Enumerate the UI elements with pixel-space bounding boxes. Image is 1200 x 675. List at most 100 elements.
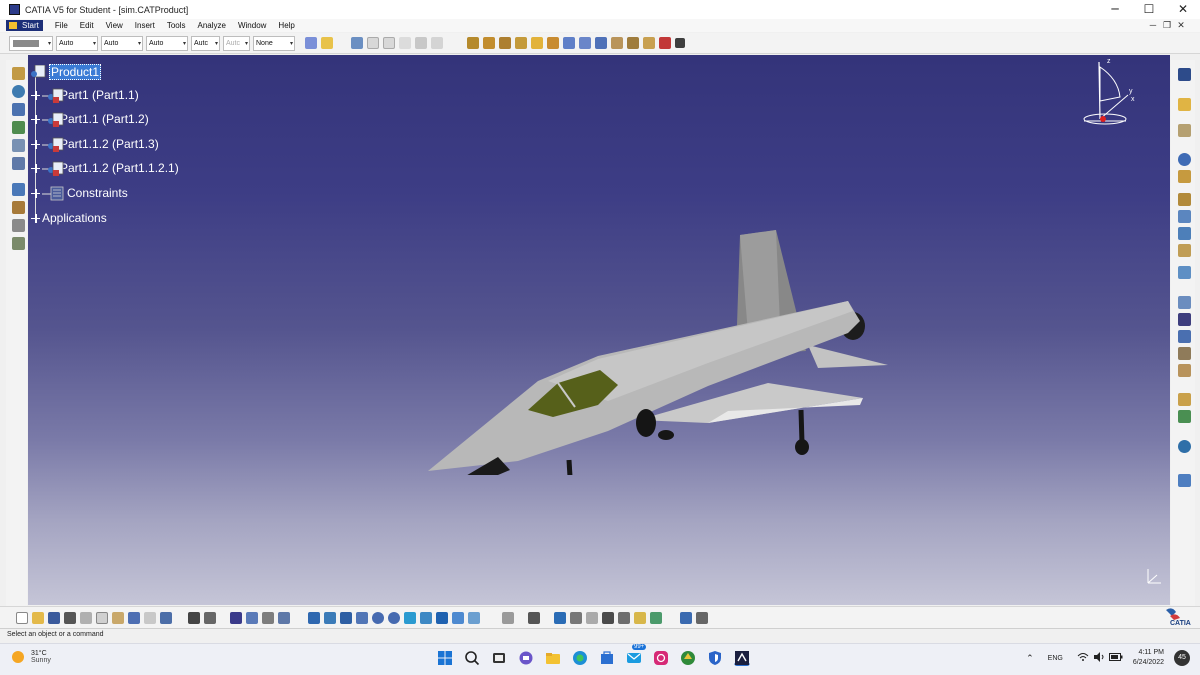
- render-style-icon[interactable]: [436, 611, 448, 624]
- formula-icon[interactable]: [188, 611, 200, 624]
- first-frame-icon[interactable]: [570, 611, 582, 624]
- expand-icon[interactable]: [31, 114, 40, 124]
- open-icon[interactable]: [32, 611, 44, 624]
- menu-help[interactable]: Help: [278, 21, 294, 30]
- menu-tools[interactable]: Tools: [167, 21, 186, 30]
- menu-analyze[interactable]: Analyze: [198, 21, 226, 30]
- wifi-icon[interactable]: [1077, 652, 1089, 664]
- zoom-out-icon[interactable]: [388, 611, 400, 624]
- security-shield-icon[interactable]: [707, 650, 723, 666]
- search-icon[interactable]: [464, 650, 480, 666]
- target-icon[interactable]: [554, 611, 566, 624]
- constraint-tool-5-icon[interactable]: [627, 37, 639, 49]
- redo-tool-icon[interactable]: [431, 37, 443, 49]
- copy-icon[interactable]: [96, 611, 108, 624]
- zoom-in-icon[interactable]: [372, 611, 384, 624]
- component-icon[interactable]: [12, 139, 25, 152]
- menu-edit[interactable]: Edit: [80, 21, 94, 30]
- whats-this-icon[interactable]: [160, 611, 172, 624]
- fit-all-icon[interactable]: [324, 611, 336, 624]
- battery-icon[interactable]: [1108, 653, 1123, 663]
- chevron-up-icon[interactable]: ⌃: [1026, 653, 1034, 664]
- reorder-icon[interactable]: [1178, 227, 1191, 240]
- snap-move-icon[interactable]: [1178, 296, 1191, 309]
- line-thickness-combo[interactable]: Auto ▾: [101, 35, 143, 51]
- update-tool-icon[interactable]: [659, 37, 671, 49]
- light-icon[interactable]: [650, 611, 662, 624]
- instagram-icon[interactable]: [653, 650, 669, 666]
- save-icon[interactable]: [48, 611, 60, 624]
- constraint-tool-3-icon[interactable]: [595, 37, 607, 49]
- assembly-tool-5-icon[interactable]: [531, 37, 543, 49]
- edge-browser-icon[interactable]: [572, 650, 588, 666]
- annotation-icon[interactable]: [1178, 474, 1191, 487]
- axis-tool-icon[interactable]: [675, 38, 685, 48]
- minimize-button[interactable]: ─: [1098, 0, 1132, 19]
- clash-icon[interactable]: [1178, 364, 1191, 377]
- rotate-view-icon[interactable]: [356, 611, 368, 624]
- constraint-tool-1-icon[interactable]: [563, 37, 575, 49]
- comment-icon[interactable]: [204, 611, 216, 624]
- assembly-tool-3-icon[interactable]: [499, 37, 511, 49]
- sync-icon[interactable]: [696, 611, 708, 624]
- cut-tool-icon[interactable]: [367, 37, 379, 49]
- transparency-combo[interactable]: Auto ▾: [56, 35, 98, 51]
- explode-icon[interactable]: [1178, 266, 1191, 279]
- volume-icon[interactable]: [1093, 652, 1105, 664]
- notification-badge[interactable]: 45: [1174, 650, 1190, 666]
- color-combo[interactable]: ▾: [9, 35, 53, 51]
- manipulate-icon[interactable]: [1178, 124, 1191, 137]
- normal-view-icon[interactable]: [404, 611, 416, 624]
- stop-manipulate-icon[interactable]: [1178, 347, 1191, 360]
- chat-icon[interactable]: [518, 650, 534, 666]
- maximize-button[interactable]: ☐: [1132, 0, 1166, 19]
- analyze-icon[interactable]: [1178, 440, 1191, 453]
- scene-icon[interactable]: [12, 201, 25, 214]
- file-explorer-icon[interactable]: [545, 650, 561, 666]
- tree-node-constraints[interactable]: Constraints: [31, 186, 128, 201]
- clock[interactable]: 4:11 PM 6/24/2022: [1133, 648, 1164, 668]
- doc-restore-button[interactable]: ❐: [1160, 19, 1174, 32]
- format-painter-icon[interactable]: [305, 37, 317, 49]
- mail-app-icon[interactable]: 99+: [626, 644, 647, 666]
- select-icon[interactable]: [1178, 98, 1191, 111]
- hierarchy-icon[interactable]: [246, 611, 258, 624]
- workbench-icon[interactable]: [12, 67, 25, 80]
- assembly-tool-2-icon[interactable]: [483, 37, 495, 49]
- cut-icon[interactable]: [80, 611, 92, 624]
- capture-icon[interactable]: [528, 611, 540, 624]
- existing-component-icon[interactable]: [1178, 170, 1191, 183]
- fix-icon[interactable]: [1178, 330, 1191, 343]
- tree-node-part4[interactable]: Part1.1.2 (Part1.1.2.1): [31, 161, 179, 176]
- undo-tool-icon[interactable]: [415, 37, 427, 49]
- bill-of-material-icon[interactable]: [12, 157, 25, 170]
- assembly-tool-4-icon[interactable]: [515, 37, 527, 49]
- maps-icon[interactable]: [680, 650, 696, 666]
- expand-icon[interactable]: [31, 139, 40, 149]
- right-stabilizer[interactable]: [808, 345, 888, 368]
- swap-icon[interactable]: [680, 611, 692, 624]
- replace-component-icon[interactable]: [1178, 193, 1191, 206]
- tree-node-part3[interactable]: Part1.1.2 (Part1.3): [31, 137, 159, 152]
- language-indicator[interactable]: ENG: [1048, 655, 1063, 662]
- line-type-combo[interactable]: Auto ▾: [146, 35, 188, 51]
- menu-file[interactable]: File: [55, 21, 68, 30]
- fly-mode-icon[interactable]: [308, 611, 320, 624]
- redo-icon[interactable]: [144, 611, 156, 624]
- copy-tool-icon[interactable]: [383, 37, 395, 49]
- measure-item-icon[interactable]: [502, 611, 514, 624]
- start-menu[interactable]: Start: [6, 20, 43, 31]
- tree-expand-icon[interactable]: [12, 103, 25, 116]
- measure-icon[interactable]: [12, 219, 25, 232]
- compass-icon[interactable]: z y x: [1078, 55, 1148, 130]
- store-icon[interactable]: [599, 650, 615, 666]
- paint-brush-icon[interactable]: [321, 37, 333, 49]
- new-component-icon[interactable]: [1178, 68, 1191, 81]
- paste-tool-icon[interactable]: [399, 37, 411, 49]
- product-structure-icon[interactable]: [12, 121, 25, 134]
- constraint-tool-2-icon[interactable]: [579, 37, 591, 49]
- assembly-tool-1-icon[interactable]: [467, 37, 479, 49]
- close-button[interactable]: ✕: [1166, 0, 1200, 19]
- menu-window[interactable]: Window: [238, 21, 266, 30]
- expand-icon[interactable]: [31, 163, 40, 173]
